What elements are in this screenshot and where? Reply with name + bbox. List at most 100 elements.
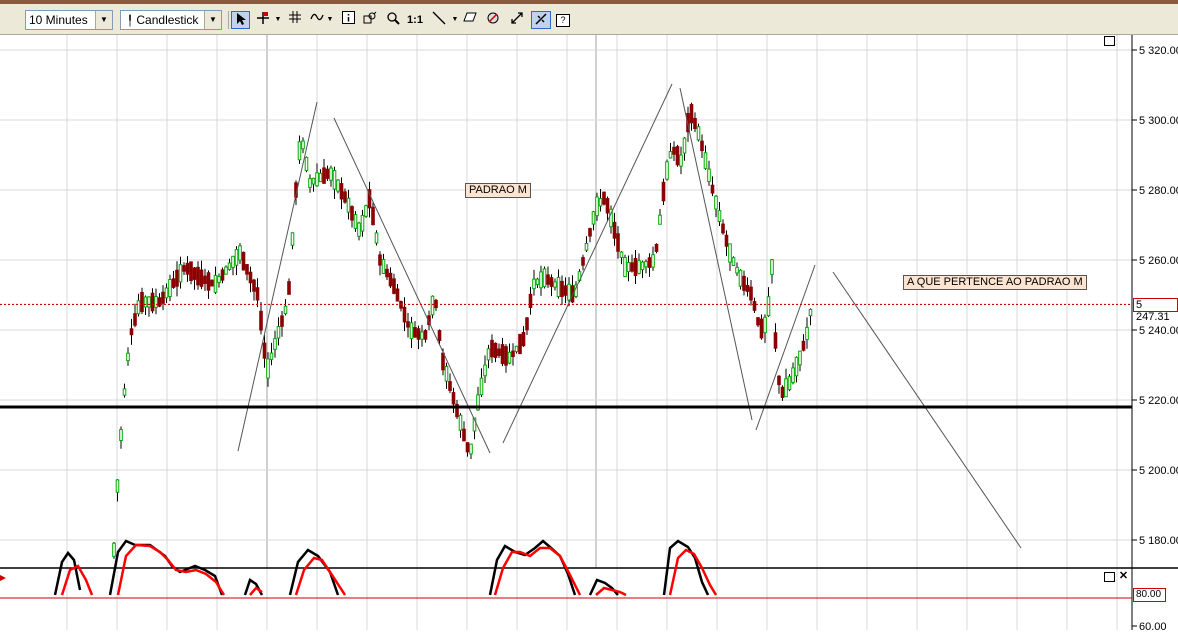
- indicator-icon[interactable]: [309, 11, 325, 29]
- crosshair-icon[interactable]: [255, 11, 271, 29]
- zoom-box-icon[interactable]: [362, 11, 378, 29]
- candle-body: [654, 243, 659, 252]
- candle-body: [602, 191, 606, 205]
- info-icon[interactable]: [340, 11, 356, 29]
- candle-body: [458, 414, 463, 431]
- eraser-icon[interactable]: [462, 11, 478, 29]
- candle-body: [682, 137, 687, 154]
- candle-body: [290, 232, 295, 246]
- candle-body: [119, 428, 123, 442]
- chevron-down-icon[interactable]: ▼: [450, 11, 460, 29]
- candle-body: [637, 260, 641, 274]
- candle-body: [693, 117, 697, 130]
- help-button[interactable]: ?: [556, 14, 570, 27]
- candle-body: [210, 279, 214, 287]
- candle-body: [304, 156, 309, 172]
- candle-body: [661, 181, 666, 202]
- trend-line: [679, 87, 753, 421]
- candle-body: [122, 388, 127, 396]
- candle-body: [360, 214, 365, 232]
- candle-body: [675, 146, 680, 166]
- candle-body: [336, 179, 340, 192]
- interval-select[interactable]: 10 Minutes ▼: [25, 10, 113, 30]
- candle-body: [721, 223, 725, 234]
- candle-body: [763, 316, 767, 334]
- candle-body: [728, 243, 732, 263]
- toolbar-separator: [228, 11, 229, 29]
- candle-body: [178, 264, 183, 283]
- candle-body: [623, 256, 627, 278]
- candle-body: [532, 278, 536, 290]
- candle-body: [129, 328, 134, 336]
- candle-body: [182, 265, 186, 272]
- candle-body: [332, 170, 337, 190]
- candle-body: [497, 348, 501, 356]
- candle-body: [259, 310, 263, 331]
- interval-value: 10 Minutes: [29, 13, 88, 27]
- candle-body: [322, 167, 326, 184]
- y-tick-label: 5 180.00: [1139, 535, 1178, 547]
- candle-body: [311, 177, 316, 185]
- draw-object-icon[interactable]: [485, 11, 501, 29]
- candle-body: [392, 278, 396, 294]
- candle-body: [175, 269, 179, 287]
- candle-body: [381, 259, 386, 274]
- chevron-down-icon[interactable]: ▼: [273, 11, 283, 29]
- resize-icon[interactable]: [509, 11, 525, 29]
- candle-body: [525, 317, 529, 331]
- candle-body: [749, 286, 753, 301]
- snap-icon[interactable]: [531, 11, 551, 29]
- candle-body: [490, 339, 494, 358]
- candle-body: [752, 301, 757, 311]
- y-tick-label: 5 200.00: [1139, 465, 1178, 477]
- candle-body: [273, 338, 277, 350]
- candle-body: [357, 222, 361, 237]
- candle-body: [714, 195, 718, 210]
- candle-body: [297, 141, 302, 161]
- chart-type-value: Candlestick: [136, 13, 199, 27]
- oscillator-bottom-tick: 60.00: [1139, 621, 1167, 630]
- candle-body: [738, 269, 743, 287]
- grid-icon[interactable]: [287, 11, 303, 29]
- candle-body: [546, 274, 550, 285]
- chevron-down-icon[interactable]: ▼: [325, 11, 335, 29]
- chevron-down-icon[interactable]: ▼: [95, 11, 112, 29]
- candle-body: [136, 300, 141, 315]
- zoom-1to1-button[interactable]: 1:1: [405, 11, 425, 29]
- annotation-padrao-m-note[interactable]: A QUE PERTENCE AO PADRAO M: [903, 275, 1087, 290]
- oscillator-level-label: 80.00: [1133, 588, 1166, 602]
- candle-body: [451, 392, 456, 405]
- close-oscillator-icon[interactable]: ✕: [1118, 571, 1129, 582]
- maximize-oscillator-icon[interactable]: [1104, 572, 1115, 582]
- chevron-down-icon[interactable]: ▼: [204, 11, 221, 29]
- annotation-padrao-m[interactable]: PADRAO M: [465, 183, 531, 198]
- candle-body: [504, 346, 508, 366]
- current-price-label: 5 247.31: [1133, 298, 1178, 323]
- candle-body: [241, 251, 246, 271]
- candle-body: [563, 285, 568, 296]
- candle-body: [262, 342, 267, 359]
- candle-body: [406, 321, 410, 328]
- candle-body: [805, 326, 809, 341]
- candle-body: [196, 266, 200, 286]
- price-chart[interactable]: 5 320.00 5 300.00 5 280.00 5 260.00 5 240.00…: [0, 35, 1178, 633]
- candle-body: [658, 214, 662, 225]
- candle-body: [353, 214, 358, 229]
- candle-body: [773, 332, 778, 349]
- candle-body: [416, 328, 421, 340]
- chart-area[interactable]: 5 320.00 5 300.00 5 280.00 5 260.00 5 240.00…: [0, 35, 1178, 633]
- candle-body: [161, 291, 165, 304]
- candle-body: [539, 271, 543, 289]
- candle-body: [213, 274, 218, 293]
- candle-body: [255, 287, 260, 301]
- chart-type-select[interactable]: ╿ Candlestick ▼: [120, 10, 222, 30]
- candle-body: [374, 232, 379, 244]
- cursor-icon[interactable]: [231, 11, 250, 29]
- maximize-pane-icon[interactable]: [1104, 36, 1115, 46]
- candle-body: [115, 479, 120, 493]
- zoom-icon[interactable]: [385, 11, 401, 29]
- candle-body: [395, 288, 400, 302]
- candle-body: [140, 291, 144, 313]
- line-tool-icon[interactable]: [430, 11, 448, 29]
- candle-body: [350, 206, 354, 221]
